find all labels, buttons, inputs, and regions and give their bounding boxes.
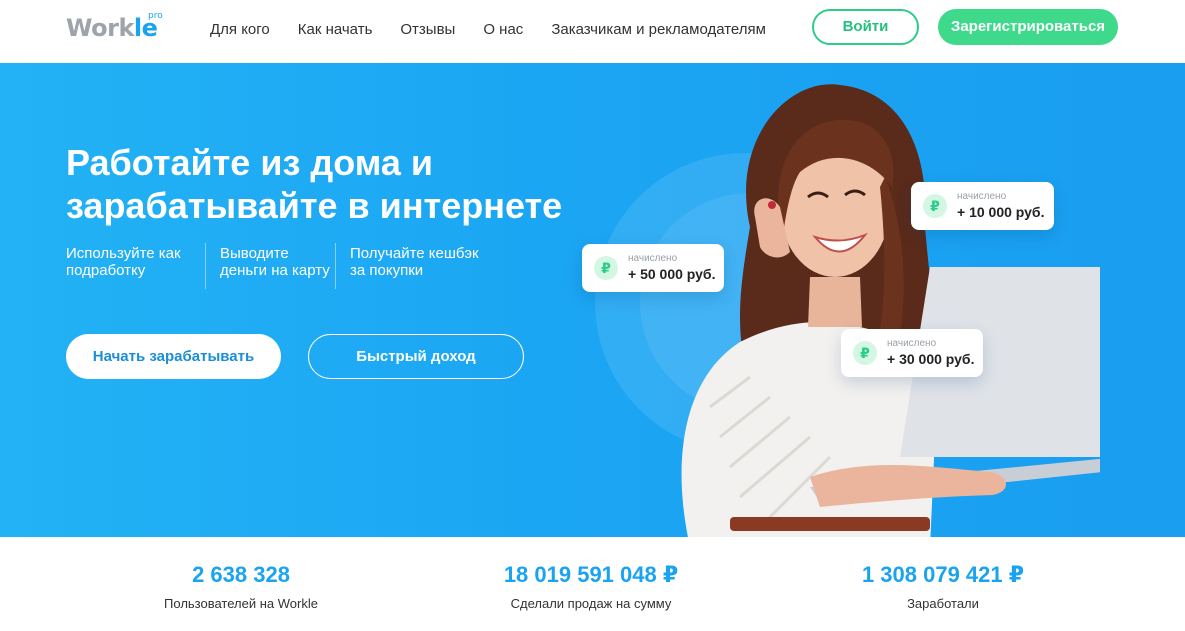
quick-income-button[interactable]: Быстрый доход — [308, 334, 524, 379]
logo-pro-badge: pro — [148, 11, 163, 21]
nav-link-reviews[interactable]: Отзывы — [400, 21, 455, 38]
stat-users: 2 638 328 Пользователей на Workle — [91, 562, 391, 611]
feature-text: Выводите — [220, 245, 289, 262]
nav-link-customers-advertisers[interactable]: Заказчикам и рекламодателям — [551, 21, 766, 38]
hero-section: Работайте из дома и зарабатывайте в инте… — [0, 63, 1185, 537]
start-earning-button[interactable]: Начать зарабатывать — [66, 334, 281, 379]
woman-with-laptop-illustration — [681, 84, 1100, 537]
accrual-card: ₽ начислено + 10 000 руб. — [911, 182, 1054, 230]
feature-side-job: Используйте как подработку — [66, 245, 205, 289]
ruble-coin-icon: ₽ — [923, 194, 947, 218]
login-button[interactable]: Войти — [812, 9, 919, 45]
workle-logo[interactable]: Workle pro — [66, 11, 163, 42]
nav-link-about[interactable]: О нас — [483, 21, 523, 38]
site-header: Workle pro Для кого Как начать Отзывы О … — [0, 0, 1185, 63]
accrual-label: начислено — [887, 338, 937, 349]
accrual-amount: + 10 000 руб. — [957, 204, 1045, 220]
stat-value: 1 308 079 421 ₽ — [861, 562, 1025, 587]
stat-caption: Пользователей на Workle — [164, 596, 318, 611]
nav-link-for-whom[interactable]: Для кого — [210, 21, 270, 38]
accrual-amount: + 50 000 руб. — [628, 266, 716, 282]
feature-text: Получайте кешбэк — [350, 245, 479, 262]
feature-text: Используйте как — [66, 245, 181, 262]
stat-value: 2 638 328 — [192, 562, 290, 587]
stat-earned: 1 308 079 421 ₽ Заработали — [793, 562, 1093, 611]
logo-text-work: Work — [66, 14, 134, 42]
accrual-card: ₽ начислено + 50 000 руб. — [582, 244, 724, 292]
feature-text: подработку — [66, 262, 146, 279]
accrual-label: начислено — [957, 191, 1007, 202]
hero-features: Используйте как подработку Выводите день… — [66, 243, 495, 289]
ruble-coin-icon: ₽ — [594, 256, 618, 280]
register-button[interactable]: Зарегистрироваться — [938, 9, 1118, 45]
stat-sales: 18 019 591 048 ₽ Сделали продаж на сумму — [441, 562, 741, 611]
stat-value: 18 019 591 048 ₽ — [503, 562, 679, 587]
feature-cashback: Получайте кешбэк за покупки — [335, 243, 495, 289]
stats-section: 2 638 328 Пользователей на Workle 18 019… — [0, 537, 1185, 631]
accrual-amount: + 30 000 руб. — [887, 351, 975, 367]
main-nav: Для кого Как начать Отзывы О нас Заказчи… — [210, 21, 794, 38]
feature-withdraw-card: Выводите деньги на карту — [205, 243, 335, 289]
hero-title-line-2: зарабатывайте в интернете — [66, 185, 563, 226]
hero-title: Работайте из дома и зарабатывайте в инте… — [66, 141, 626, 227]
accrual-card: ₽ начислено + 30 000 руб. — [841, 329, 983, 377]
hero-title-line-1: Работайте из дома и — [66, 142, 434, 183]
stat-caption: Сделали продаж на сумму — [510, 596, 672, 611]
ruble-coin-icon: ₽ — [853, 341, 877, 365]
accrual-label: начислено — [628, 253, 678, 264]
feature-text: деньги на карту — [220, 262, 330, 279]
feature-text: за покупки — [350, 262, 424, 279]
nav-link-how-to-start[interactable]: Как начать — [298, 21, 373, 38]
stat-caption: Заработали — [907, 596, 979, 611]
